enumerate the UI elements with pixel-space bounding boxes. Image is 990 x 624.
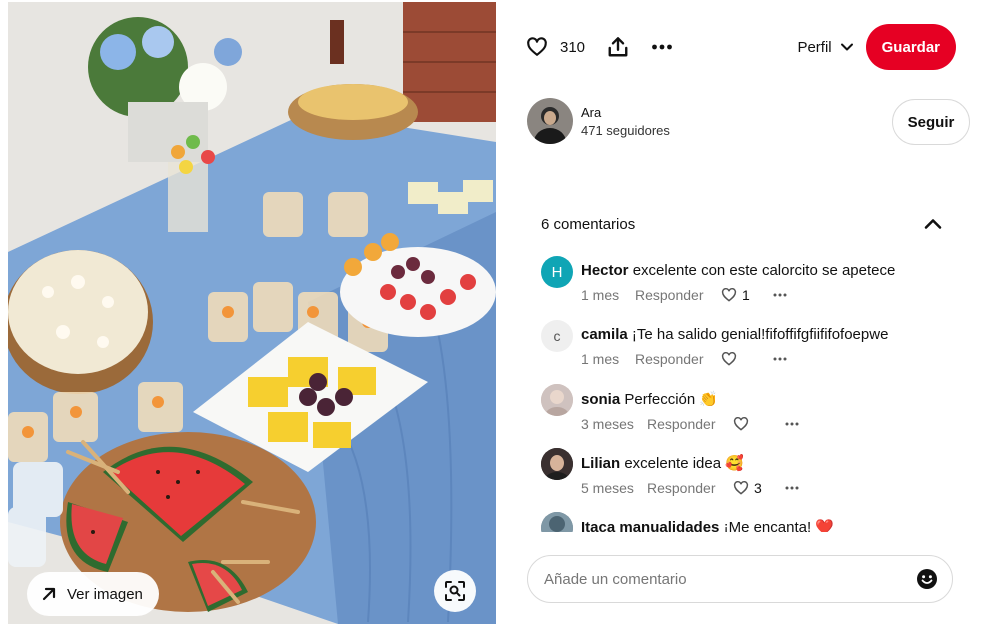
more-icon[interactable] xyxy=(784,416,800,432)
like-button[interactable] xyxy=(526,36,548,58)
comment-item: Lilian excelente idea 🥰 5 meses Responde… xyxy=(541,448,800,497)
emoji-icon[interactable] xyxy=(916,568,938,590)
comment-text: ¡Te ha salido genial!fifoffifgfiififofoe… xyxy=(631,326,889,343)
comments-list: H Hector excelente con este calorcito se… xyxy=(541,256,961,532)
comment-item: H Hector excelente con este calorcito se… xyxy=(541,256,895,304)
heart-icon[interactable] xyxy=(721,351,737,367)
comments-header[interactable]: 6 comentarios xyxy=(541,214,943,234)
comment-text: Perfección 👏 xyxy=(624,391,719,408)
comment-username[interactable]: Lilian xyxy=(581,455,620,472)
arrow-up-right-icon xyxy=(42,587,56,601)
visual-search-button[interactable] xyxy=(434,570,476,612)
heart-icon[interactable] xyxy=(721,287,737,303)
author-avatar[interactable] xyxy=(527,98,573,144)
save-button[interactable]: Guardar xyxy=(865,24,956,70)
heart-icon[interactable] xyxy=(733,480,749,496)
comment-time: 1 mes xyxy=(581,351,620,367)
comment-time: 5 meses xyxy=(581,480,634,496)
follow-button[interactable]: Seguir xyxy=(892,99,970,145)
visual-search-icon xyxy=(445,581,465,601)
more-icon[interactable] xyxy=(772,351,788,367)
chevron-down-icon xyxy=(840,43,853,51)
reply-button[interactable]: Responder xyxy=(635,351,721,367)
author-followers: 471 seguidores xyxy=(581,122,670,138)
like-count: 310 xyxy=(560,38,586,56)
comment-like-count: 1 xyxy=(742,287,750,303)
comments-count-title: 6 comentarios xyxy=(541,215,636,233)
reply-button[interactable]: Responder xyxy=(647,480,733,496)
view-image-button[interactable]: Ver imagen xyxy=(27,572,159,616)
comment-time: 1 mes xyxy=(581,287,620,303)
pin-toolbar: 310 Perfil Guardar xyxy=(526,24,956,70)
comment-avatar[interactable]: c xyxy=(541,320,573,352)
comment-item: Itaca manualidades ¡Me encanta! ❤️ xyxy=(541,512,834,532)
profile-label: Perfil xyxy=(797,38,832,56)
comment-item: c camila ¡Te ha salido genial!fifoffifgf… xyxy=(541,320,888,368)
profile-dropdown[interactable]: Perfil xyxy=(797,39,853,56)
comment-time: 3 meses xyxy=(581,416,634,432)
comment-text: ¡Me encanta! ❤️ xyxy=(723,519,834,532)
comment-username[interactable]: Hector xyxy=(581,262,629,279)
comment-avatar[interactable]: H xyxy=(541,256,573,288)
pin-image[interactable]: Ver imagen xyxy=(8,2,496,624)
reply-button[interactable]: Responder xyxy=(635,287,721,303)
comment-username[interactable]: Itaca manualidades xyxy=(581,519,719,532)
add-comment-box[interactable] xyxy=(527,555,953,603)
comment-avatar[interactable] xyxy=(541,512,573,532)
reply-button[interactable]: Responder xyxy=(647,416,733,432)
more-icon[interactable] xyxy=(784,480,800,496)
more-icon[interactable] xyxy=(772,287,788,303)
chevron-up-icon[interactable] xyxy=(923,214,943,234)
heart-icon xyxy=(527,37,547,56)
comment-text: excelente idea 🥰 xyxy=(624,455,744,472)
comment-like-count: 3 xyxy=(754,480,762,496)
comment-text: excelente con este calorcito se apetece xyxy=(632,262,896,279)
author-name[interactable]: Ara xyxy=(581,105,670,120)
comment-avatar[interactable] xyxy=(541,384,573,416)
view-image-label: Ver imagen xyxy=(67,585,143,603)
share-button[interactable] xyxy=(607,36,629,58)
share-icon xyxy=(608,37,628,57)
food-table-photo xyxy=(8,2,496,624)
comment-avatar[interactable] xyxy=(541,448,573,480)
more-icon xyxy=(652,44,672,50)
comment-username[interactable]: camila xyxy=(581,326,628,343)
heart-icon[interactable] xyxy=(733,416,749,432)
comment-input[interactable] xyxy=(544,570,916,588)
comment-item: sonia Perfección 👏 3 meses Responder xyxy=(541,384,800,433)
more-options-button[interactable] xyxy=(651,36,673,58)
comment-username[interactable]: sonia xyxy=(581,391,620,408)
author-info: Ara 471 seguidores xyxy=(527,98,670,144)
